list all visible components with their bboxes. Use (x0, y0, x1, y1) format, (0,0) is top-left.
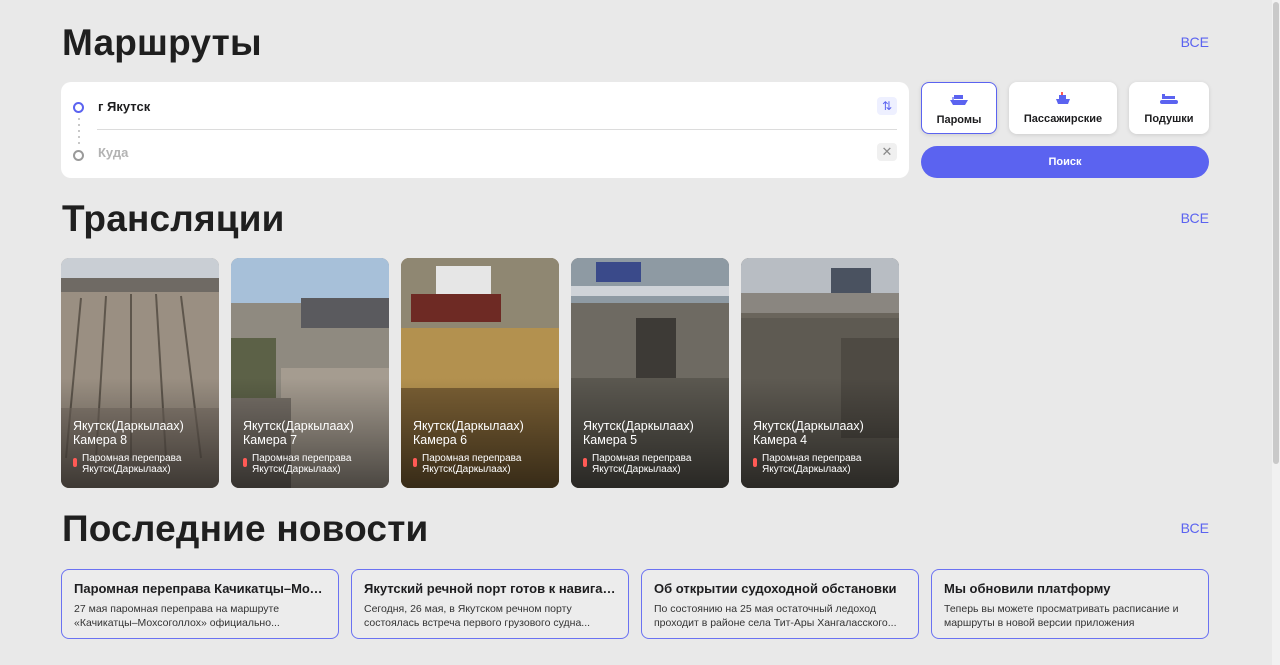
news-preview-text: По состоянию на 25 мая остаточный ледохо… (654, 603, 897, 629)
news-title-text: Мы обновили платформу (944, 581, 1111, 596)
news-card[interactable]: Якутский речной порт готов к навигации С… (351, 569, 629, 639)
search-button[interactable]: Поиск (921, 146, 1209, 178)
camera-7-location: Паромная переправа Якутск(Даркылаах) (252, 453, 352, 475)
page-scrollbar[interactable] (1272, 0, 1280, 665)
scrollbar-thumb[interactable] (1273, 2, 1279, 464)
news-title: Последние новости (62, 508, 429, 549)
route-from-row[interactable]: г Якутск ⇅ (61, 82, 909, 130)
camera-6-name: Якутск(Даркылаах) Камера 6 (413, 419, 524, 447)
swap-icon[interactable]: ⇅ (877, 97, 897, 115)
camera-8-name: Якутск(Даркылаах) Камера 8 (73, 419, 184, 447)
live-indicator-icon (73, 458, 77, 467)
hovercraft-icon (1159, 92, 1179, 111)
clear-icon[interactable]: ✕ (877, 143, 897, 161)
type-ferry-button[interactable]: Паромы (921, 82, 997, 134)
route-from-input[interactable]: г Якутск (98, 99, 150, 114)
type-hovercraft-label: Подушки (1144, 113, 1194, 125)
live-indicator-icon (413, 458, 417, 467)
live-indicator-icon (583, 458, 587, 467)
routes-title: Маршруты (62, 22, 262, 63)
destination-dot-icon (73, 150, 84, 161)
passenger-ship-icon (1053, 92, 1073, 111)
camera-5-name: Якутск(Даркылаах) Камера 5 (583, 419, 694, 447)
camera-card-4[interactable]: Якутск(Даркылаах) Камера 4 Паромная пере… (741, 258, 899, 488)
news-card[interactable]: Мы обновили платформу Теперь вы можете п… (931, 569, 1209, 639)
news-title-text: Паромная переправа Качикатцы–Мохсоголлох (74, 581, 326, 596)
camera-5-location: Паромная переправа Якутск(Даркылаах) (592, 453, 692, 475)
camera-card-5[interactable]: Якутск(Даркылаах) Камера 5 Паромная пере… (571, 258, 729, 488)
news-preview-text: Сегодня, 26 мая, в Якутском речном порту… (364, 603, 591, 629)
camera-4-name: Якутск(Даркылаах) Камера 4 (753, 419, 864, 447)
origin-dot-icon (73, 102, 84, 113)
routes-see-all-link[interactable]: ВСЕ (1181, 34, 1209, 50)
type-ferry-label: Паромы (936, 114, 982, 126)
camera-card-8[interactable]: Якутск(Даркылаах) Камера 8 Паромная пере… (61, 258, 219, 488)
news-preview-text: 27 мая паромная переправа на маршруте «К… (74, 603, 280, 629)
camera-4-location: Паромная переправа Якутск(Даркылаах) (762, 453, 862, 475)
camera-7-name: Якутск(Даркылаах) Камера 7 (243, 419, 354, 447)
route-to-input[interactable]: Куда (98, 145, 128, 160)
type-passenger-label: Пассажирские (1023, 113, 1103, 125)
news-card[interactable]: Об открытии судоходной обстановки По сос… (641, 569, 919, 639)
camera-6-location: Паромная переправа Якутск(Даркылаах) (422, 453, 522, 475)
news-title-text: Об открытии судоходной обстановки (654, 581, 897, 596)
live-indicator-icon (243, 458, 247, 467)
broadcasts-title: Трансляции (62, 198, 285, 239)
route-form: г Якутск ⇅ Куда ✕ (61, 82, 909, 178)
camera-8-location: Паромная переправа Якутск(Даркылаах) (82, 453, 182, 475)
live-indicator-icon (753, 458, 757, 467)
type-hovercraft-button[interactable]: Подушки (1129, 82, 1209, 134)
news-card[interactable]: Паромная переправа Качикатцы–Мохсоголлох… (61, 569, 339, 639)
news-see-all-link[interactable]: ВСЕ (1181, 520, 1209, 536)
news-preview-text: Теперь вы можете просматривать расписани… (944, 603, 1179, 629)
news-title-text: Якутский речной порт готов к навигации (364, 581, 616, 596)
ferry-icon (949, 93, 969, 112)
type-passenger-button[interactable]: Пассажирские (1009, 82, 1117, 134)
camera-card-7[interactable]: Якутск(Даркылаах) Камера 7 Паромная пере… (231, 258, 389, 488)
broadcasts-see-all-link[interactable]: ВСЕ (1181, 210, 1209, 226)
camera-card-6[interactable]: Якутск(Даркылаах) Камера 6 Паромная пере… (401, 258, 559, 488)
route-to-row[interactable] (61, 130, 909, 178)
